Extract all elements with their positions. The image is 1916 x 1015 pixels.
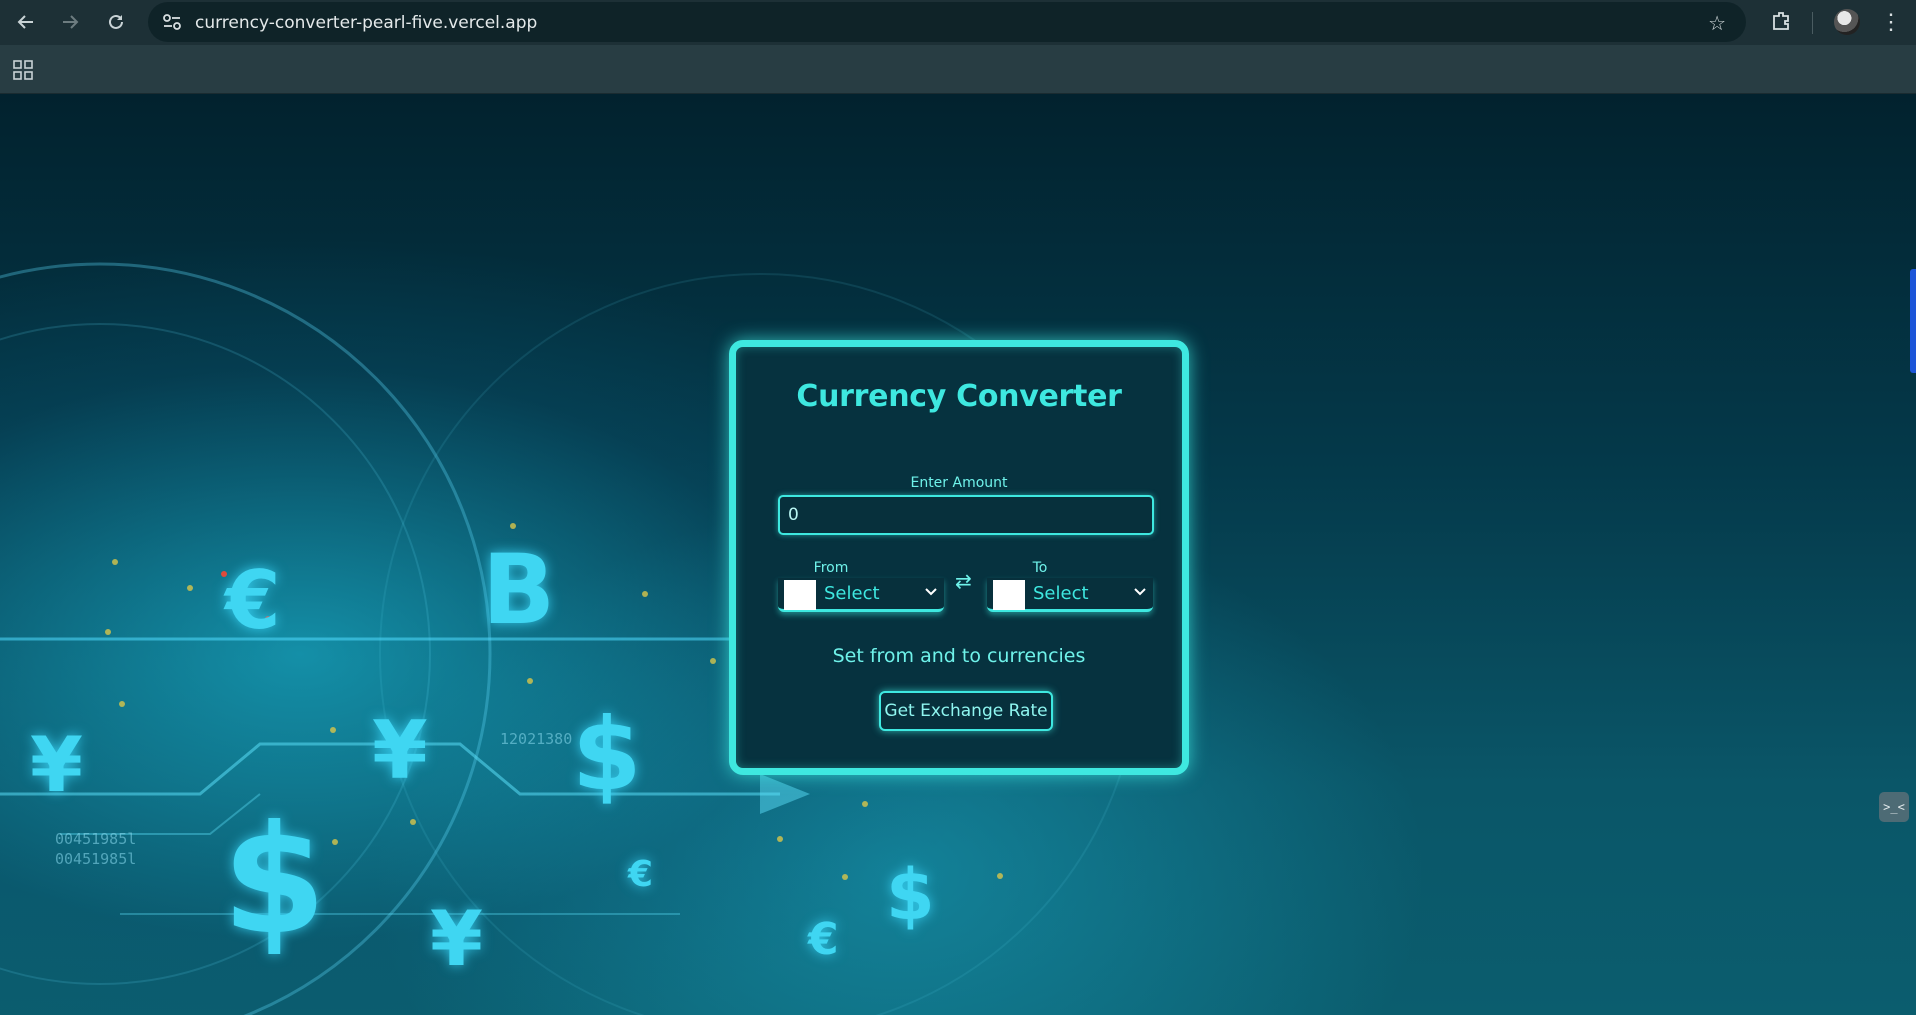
apps-grid-icon[interactable] xyxy=(12,59,34,81)
background-digits-c: 00451985l xyxy=(55,850,137,868)
chevron-down-icon xyxy=(925,588,937,596)
to-select-value: Select xyxy=(1033,583,1089,604)
dollar-symbol-small: $ xyxy=(886,854,935,936)
reload-icon[interactable] xyxy=(102,8,130,36)
chevron-down-icon xyxy=(1134,588,1146,596)
browser-toolbar: currency-converter-pearl-five.vercel.app… xyxy=(0,0,1916,45)
status-message: Set from and to currencies xyxy=(832,645,1086,667)
profile-avatar[interactable] xyxy=(1834,9,1860,35)
page-title: Currency Converter xyxy=(796,379,1122,414)
address-bar[interactable]: currency-converter-pearl-five.vercel.app… xyxy=(148,2,1746,42)
from-label: From xyxy=(813,560,849,576)
amount-input[interactable]: 0 xyxy=(778,495,1154,535)
euro-symbol-small: € xyxy=(628,854,654,895)
background-digits-b: 00451985l xyxy=(55,830,137,848)
yen-symbol-middle: ¥ xyxy=(372,704,428,797)
bookmarks-bar xyxy=(0,45,1916,94)
to-currency-select[interactable]: Select xyxy=(987,578,1153,612)
to-flag-placeholder xyxy=(993,580,1025,610)
dollar-symbol-large: $ xyxy=(222,794,327,968)
from-flag-placeholder xyxy=(784,580,816,610)
bookmark-star-icon[interactable]: ☆ xyxy=(1708,11,1726,36)
bitcoin-symbol: B xyxy=(482,534,556,646)
site-settings-icon[interactable] xyxy=(162,13,182,31)
swap-arrows-icon[interactable]: ⇄ xyxy=(955,569,972,593)
amount-label: Enter Amount xyxy=(910,475,1008,491)
from-currency-select[interactable]: Select xyxy=(778,578,944,612)
forward-arrow-icon[interactable] xyxy=(56,8,84,36)
euro-symbol-large: € xyxy=(225,554,281,647)
yen-symbol-left: ¥ xyxy=(30,720,83,809)
toolbar-divider xyxy=(1812,12,1813,34)
browser-menu-icon[interactable]: ⋮ xyxy=(1880,8,1902,36)
url-text[interactable]: currency-converter-pearl-five.vercel.app xyxy=(195,13,537,33)
background-digits-a: 12021380 xyxy=(500,730,573,748)
converter-card: Currency Converter Enter Amount 0 From S… xyxy=(729,340,1189,775)
from-select-value: Select xyxy=(824,583,880,604)
to-label: To xyxy=(1032,560,1048,576)
dollar-symbol-middle: $ xyxy=(572,696,642,813)
euro-symbol-bottom: € xyxy=(808,914,839,965)
terminal-widget-button[interactable]: >_< xyxy=(1879,792,1909,822)
yen-symbol-bottom: ¥ xyxy=(430,894,483,983)
extensions-puzzle-icon[interactable] xyxy=(1770,10,1792,32)
side-panel-tab[interactable] xyxy=(1910,269,1916,373)
get-exchange-rate-button[interactable]: Get Exchange Rate xyxy=(879,691,1053,731)
back-arrow-icon[interactable] xyxy=(12,8,40,36)
